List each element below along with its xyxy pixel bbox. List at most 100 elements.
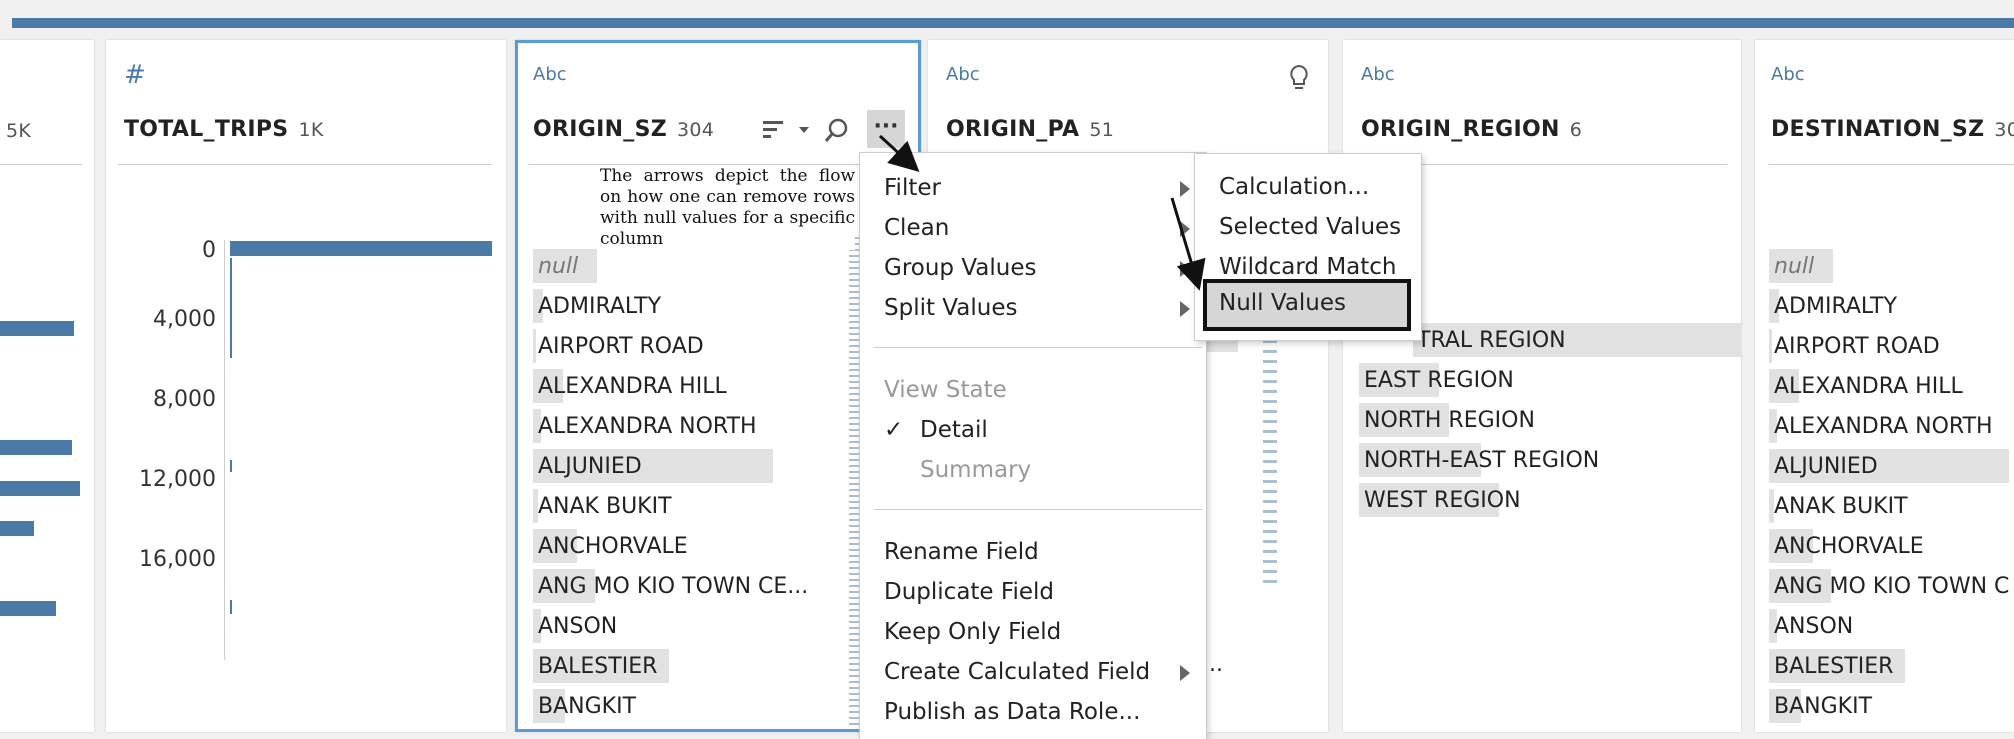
axis-label: 16,000	[139, 547, 216, 572]
list-item[interactable]: ANSON	[533, 607, 808, 647]
list-item[interactable]: ALJUNIED	[1769, 447, 2009, 487]
annotation-text: The arrows depict the flow on how one ca…	[600, 166, 855, 250]
menu-label: View State	[884, 377, 1007, 403]
menu-item-wildcard-match[interactable]: Wildcard Match	[1219, 254, 1397, 280]
value-label: ANCHORVALE	[538, 534, 688, 559]
list-item[interactable]: ANCHORVALE	[1769, 527, 2009, 567]
list-item[interactable]: null	[533, 247, 808, 287]
menu-item-split-values[interactable]: Split Values	[884, 295, 1017, 321]
number-type-icon: #	[124, 60, 146, 90]
axis-label: 0	[202, 238, 216, 263]
list-item[interactable]: ALEXANDRA HILL	[533, 367, 808, 407]
menu-label: Split Values	[884, 295, 1018, 321]
menu-item-duplicate-field[interactable]: Duplicate Field	[884, 579, 1054, 605]
axis-label: 12,000	[139, 467, 216, 492]
menu-item-selected-values[interactable]: Selected Values	[1219, 214, 1401, 240]
histogram-bar	[0, 481, 80, 496]
list-item[interactable]: NORTH REGION	[1359, 401, 1599, 441]
value-label: NORTH-EAST REGION	[1364, 448, 1600, 473]
menu-item-group-values[interactable]: Group Values	[884, 255, 1036, 281]
menu-label: Duplicate Field	[884, 579, 1054, 605]
menu-item-calculation[interactable]: Calculation...	[1219, 174, 1369, 200]
value-label: BANGKIT	[1774, 694, 1873, 719]
menu-label: Group Values	[884, 255, 1037, 281]
menu-header-view-state: View State	[884, 377, 1007, 403]
submenu-arrow-icon	[1180, 221, 1190, 237]
list-item[interactable]: ANG MO KIO TOWN CE...	[533, 567, 808, 607]
menu-item-rename-field[interactable]: Rename Field	[884, 539, 1039, 565]
mini-histogram	[1263, 340, 1289, 584]
list-item[interactable]: BANGKIT	[533, 687, 808, 727]
field-count: 1K	[298, 119, 324, 141]
menu-item-detail[interactable]: ✓ Detail	[884, 417, 988, 443]
list-item[interactable]: ADMIRALTY	[1769, 287, 2009, 327]
menu-item-filter[interactable]: Filter	[884, 175, 941, 201]
field-name-origin-region: ORIGIN_REGION 6	[1361, 117, 1582, 142]
scroll-mini-histogram[interactable]	[849, 237, 859, 727]
field-card-origin-region[interactable]: Abc ORIGIN_REGION 6 TRAL REGION EAST REGI…	[1343, 40, 1741, 732]
histogram-bar	[0, 521, 34, 536]
lightbulb-icon[interactable]	[1288, 64, 1310, 92]
value-label: ANAK BUKIT	[538, 494, 672, 519]
list-item[interactable]: EAST REGION	[1359, 361, 1599, 401]
more-options-button[interactable]: ···	[867, 110, 905, 148]
list-item[interactable]: ALJUNIED	[533, 447, 808, 487]
list-item[interactable]: ALEXANDRA NORTH	[533, 407, 808, 447]
list-item[interactable]: NORTH-EAST REGION	[1359, 441, 1599, 481]
histogram-bar	[0, 440, 72, 455]
value-label: ALJUNIED	[538, 454, 642, 479]
value-label: ADMIRALTY	[538, 294, 662, 319]
value-label: ALEXANDRA HILL	[1774, 374, 1963, 399]
field-card-partial-left[interactable]: 5K	[0, 40, 94, 732]
field-name: ORIGIN_PA	[946, 117, 1080, 142]
list-item[interactable]: BALESTIER	[1769, 647, 2009, 687]
value-label: NORTH REGION	[1364, 408, 1535, 433]
menu-item-summary[interactable]: Summary	[920, 457, 1031, 483]
value-label: WEST REGION	[1364, 488, 1521, 513]
list-item[interactable]: WEST REGION	[1359, 481, 1599, 521]
more-icon: ···	[873, 114, 899, 139]
list-item[interactable]: AIRPORT ROAD	[1769, 327, 2009, 367]
list-item[interactable]: ANAK BUKIT	[533, 487, 808, 527]
chevron-down-icon[interactable]	[797, 122, 811, 136]
list-item[interactable]: BANGKIT	[1769, 687, 2009, 727]
value-label: ALEXANDRA NORTH	[538, 414, 757, 439]
list-item[interactable]: ALEXANDRA NORTH	[1769, 407, 2009, 447]
field-card-total-trips[interactable]: # TOTAL_TRIPS 1K 0 4,000 8,000 12,000 16,…	[106, 40, 506, 732]
value-label: ANSON	[538, 614, 618, 639]
menu-item-clean[interactable]: Clean	[884, 215, 949, 241]
context-menu: Filter Clean Group Values Split Values V…	[859, 152, 1207, 739]
string-type-icon: Abc	[1771, 64, 1805, 85]
header-divider	[0, 164, 82, 165]
search-icon[interactable]	[823, 116, 851, 144]
value-label: ANG MO KIO TOWN C	[1774, 574, 2010, 599]
histogram-bar	[0, 321, 74, 336]
string-type-icon: Abc	[533, 64, 567, 85]
field-name-origin-pa: ORIGIN_PA 51	[946, 117, 1114, 142]
value-label: BALESTIER	[1774, 654, 1894, 679]
string-type-icon: Abc	[1361, 64, 1395, 85]
list-item[interactable]: BALESTIER	[533, 647, 808, 687]
menu-label: Publish as Data Role...	[884, 699, 1141, 725]
menu-item-keep-only-field[interactable]: Keep Only Field	[884, 619, 1061, 645]
field-count: 51	[1089, 119, 1115, 141]
list-item[interactable]: AIRPORT ROAD	[533, 327, 808, 367]
list-item[interactable]: ADMIRALTY	[533, 287, 808, 327]
list-item[interactable]: ANCHORVALE	[533, 527, 808, 567]
value-list: TRAL REGION EAST REGION NORTH REGION NOR…	[1359, 321, 1741, 521]
sort-icon[interactable]	[761, 118, 787, 142]
axis-label: 8,000	[153, 387, 216, 412]
list-item[interactable]: ANG MO KIO TOWN C	[1769, 567, 2009, 607]
menu-item-create-calculated-field[interactable]: Create Calculated Field	[884, 659, 1150, 685]
list-item[interactable]: ALEXANDRA HILL	[1769, 367, 2009, 407]
header-divider	[118, 164, 492, 165]
header-divider	[1769, 164, 2014, 165]
value-label: null	[538, 254, 579, 279]
list-item[interactable]: ANSON	[1769, 607, 2009, 647]
field-card-destination-sz[interactable]: Abc DESTINATION_SZ 304 null ADMIRALTY AIR…	[1755, 40, 2014, 732]
menu-item-publish-as-data-role[interactable]: Publish as Data Role...	[884, 699, 1140, 725]
list-item[interactable]: null	[1769, 247, 2009, 287]
menu-item-null-values[interactable]: Null Values	[1203, 279, 1411, 331]
list-item[interactable]: ANAK BUKIT	[1769, 487, 2009, 527]
axis-label: 4,000	[153, 307, 216, 332]
